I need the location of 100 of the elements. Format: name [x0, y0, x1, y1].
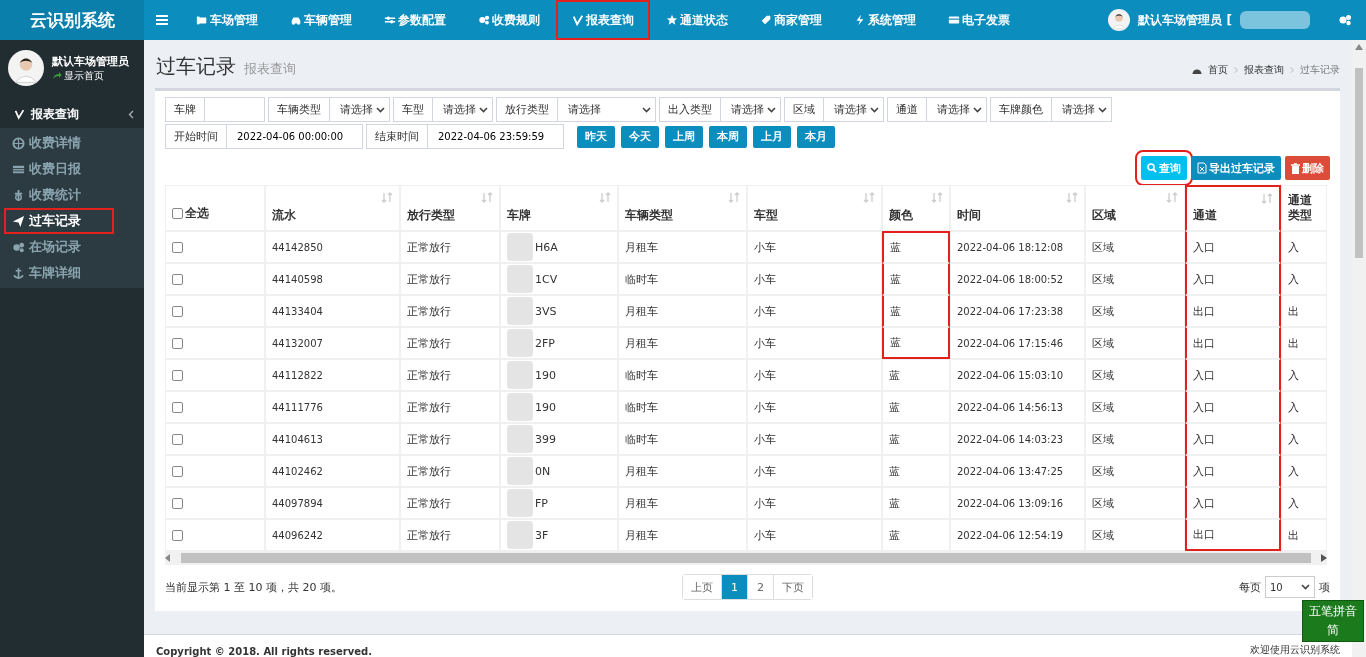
checkbox[interactable]	[172, 466, 183, 477]
table-cell: 44112822	[265, 359, 400, 391]
nav-item[interactable]: 参数配置	[368, 0, 462, 40]
page-size-select[interactable]: 10	[1265, 576, 1315, 598]
checkbox[interactable]	[172, 242, 183, 253]
ime-toolbar[interactable]: 五笔拼音 简	[1302, 600, 1364, 642]
search-icon	[1147, 163, 1157, 173]
date-range-button[interactable]: 今天	[621, 125, 659, 148]
column-header[interactable]: 时间	[950, 185, 1085, 231]
checkbox[interactable]	[172, 207, 183, 219]
scroll-left-icon[interactable]	[165, 554, 171, 562]
nav-item[interactable]: 车场管理	[180, 0, 274, 40]
nav-item[interactable]: 通道状态	[650, 0, 744, 40]
table-cell: 2022-04-06 17:23:38	[950, 295, 1085, 327]
checkbox[interactable]	[172, 530, 183, 541]
column-header[interactable]: 流水	[265, 185, 400, 231]
delete-button[interactable]: 删除	[1285, 156, 1330, 180]
breadcrumb-link[interactable]: 过车记录	[1300, 63, 1340, 77]
nav-item[interactable]: 系统管理	[838, 0, 932, 40]
scroll-up-icon[interactable]	[1355, 44, 1363, 50]
checkbox[interactable]	[172, 338, 183, 349]
table-cell: 44102462	[265, 455, 400, 487]
date-range-button[interactable]: 本周	[709, 125, 747, 148]
tag-icon	[760, 13, 772, 27]
gears-icon[interactable]	[1338, 13, 1352, 27]
date-range-button[interactable]: 上月	[753, 125, 791, 148]
table-cell: 正常放行	[400, 295, 500, 327]
select-field[interactable]: 请选择	[558, 97, 656, 122]
select-field[interactable]: 请选择	[927, 97, 987, 122]
paper-plane-icon	[12, 214, 25, 228]
table-cell: 区域	[1085, 519, 1185, 551]
globe-icon	[12, 136, 25, 150]
nav-item[interactable]: 商家管理	[744, 0, 838, 40]
filter-label: 车牌颜色	[990, 97, 1052, 122]
column-header[interactable]: 车牌	[500, 185, 618, 231]
table-cell: 正常放行	[400, 487, 500, 519]
sidebar-item[interactable]: 过车记录	[4, 208, 114, 234]
table-cell: 入	[1281, 487, 1327, 519]
chevron-down-icon	[376, 106, 385, 113]
sidebar-item[interactable]: 车牌详细	[4, 260, 114, 286]
export-button[interactable]: 导出过车记录	[1191, 156, 1281, 180]
home-link[interactable]: 显示首页	[64, 68, 104, 83]
table-cell: 临时车	[618, 423, 747, 455]
checkbox[interactable]	[172, 498, 183, 509]
column-header[interactable]: 区域	[1085, 185, 1185, 231]
table-cell: 入	[1281, 455, 1327, 487]
column-header[interactable]: 通道类型	[1281, 185, 1327, 231]
table-cell: 蓝	[882, 519, 950, 551]
nav-item[interactable]: 报表查询	[556, 0, 650, 40]
nav-item[interactable]: 收费规则	[462, 0, 556, 40]
column-header[interactable]: 全选	[165, 185, 265, 231]
input-field[interactable]: 2022-04-06 23:59:59	[428, 124, 564, 149]
input-field[interactable]: 2022-04-06 00:00:00	[227, 124, 363, 149]
anchor-icon	[12, 266, 25, 280]
column-header[interactable]: 通道	[1185, 185, 1281, 231]
date-range-button[interactable]: 本月	[797, 125, 835, 148]
sidebar-item[interactable]: 收费详情	[4, 130, 114, 156]
date-range-button[interactable]: 昨天	[577, 125, 615, 148]
checkbox[interactable]	[172, 274, 183, 285]
ime-charset[interactable]: 简	[1327, 622, 1339, 639]
column-header[interactable]: 车辆类型	[618, 185, 747, 231]
column-header[interactable]: 颜色	[882, 185, 950, 231]
nav-item[interactable]: 电子发票	[932, 0, 1026, 40]
table-cell: 蓝	[882, 295, 950, 327]
table-cell: 入口	[1185, 423, 1281, 455]
ime-mode[interactable]: 五笔拼音	[1309, 603, 1357, 620]
scroll-right-icon[interactable]	[1321, 554, 1327, 562]
nav-item[interactable]: 车辆管理	[274, 0, 368, 40]
select-field[interactable]: 请选择	[1052, 97, 1112, 122]
horizontal-scrollbar[interactable]	[165, 551, 1327, 565]
column-header[interactable]: 车型	[747, 185, 882, 231]
sidebar-item[interactable]: 收费统计	[4, 182, 114, 208]
table-cell: 出	[1281, 327, 1327, 359]
filter-label: 结束时间	[366, 124, 428, 149]
user-name[interactable]: 默认车场管理员 [	[1138, 11, 1232, 29]
menu-section[interactable]: 报表查询	[0, 100, 144, 128]
select-field[interactable]: 请选择	[330, 97, 390, 122]
breadcrumb-link[interactable]: 首页	[1208, 63, 1228, 77]
date-range-button[interactable]: 上周	[665, 125, 703, 148]
checkbox[interactable]	[172, 306, 183, 317]
sidebar-item[interactable]: 收费日报	[4, 156, 114, 182]
sidebar-item[interactable]: 在场记录	[4, 234, 114, 260]
filter-label: 开始时间	[165, 124, 227, 149]
breadcrumb-link[interactable]: 报表查询	[1244, 63, 1284, 77]
select-field[interactable]: 请选择	[721, 97, 781, 122]
table-cell: 正常放行	[400, 359, 500, 391]
prev-page-button[interactable]: 上页	[683, 575, 722, 599]
select-field[interactable]: 请选择	[433, 97, 493, 122]
column-header[interactable]: 放行类型	[400, 185, 500, 231]
table-cell: 月租车	[618, 487, 747, 519]
checkbox[interactable]	[172, 402, 183, 413]
checkbox[interactable]	[172, 370, 183, 381]
table-cell: 399	[500, 423, 618, 455]
table-cell: 入	[1281, 263, 1327, 295]
scrollbar-thumb[interactable]	[1355, 68, 1363, 258]
page-button[interactable]: 1	[722, 575, 748, 599]
input-field[interactable]	[205, 97, 265, 122]
blur-mask	[507, 361, 533, 389]
checkbox[interactable]	[172, 434, 183, 445]
select-field[interactable]: 请选择	[824, 97, 884, 122]
